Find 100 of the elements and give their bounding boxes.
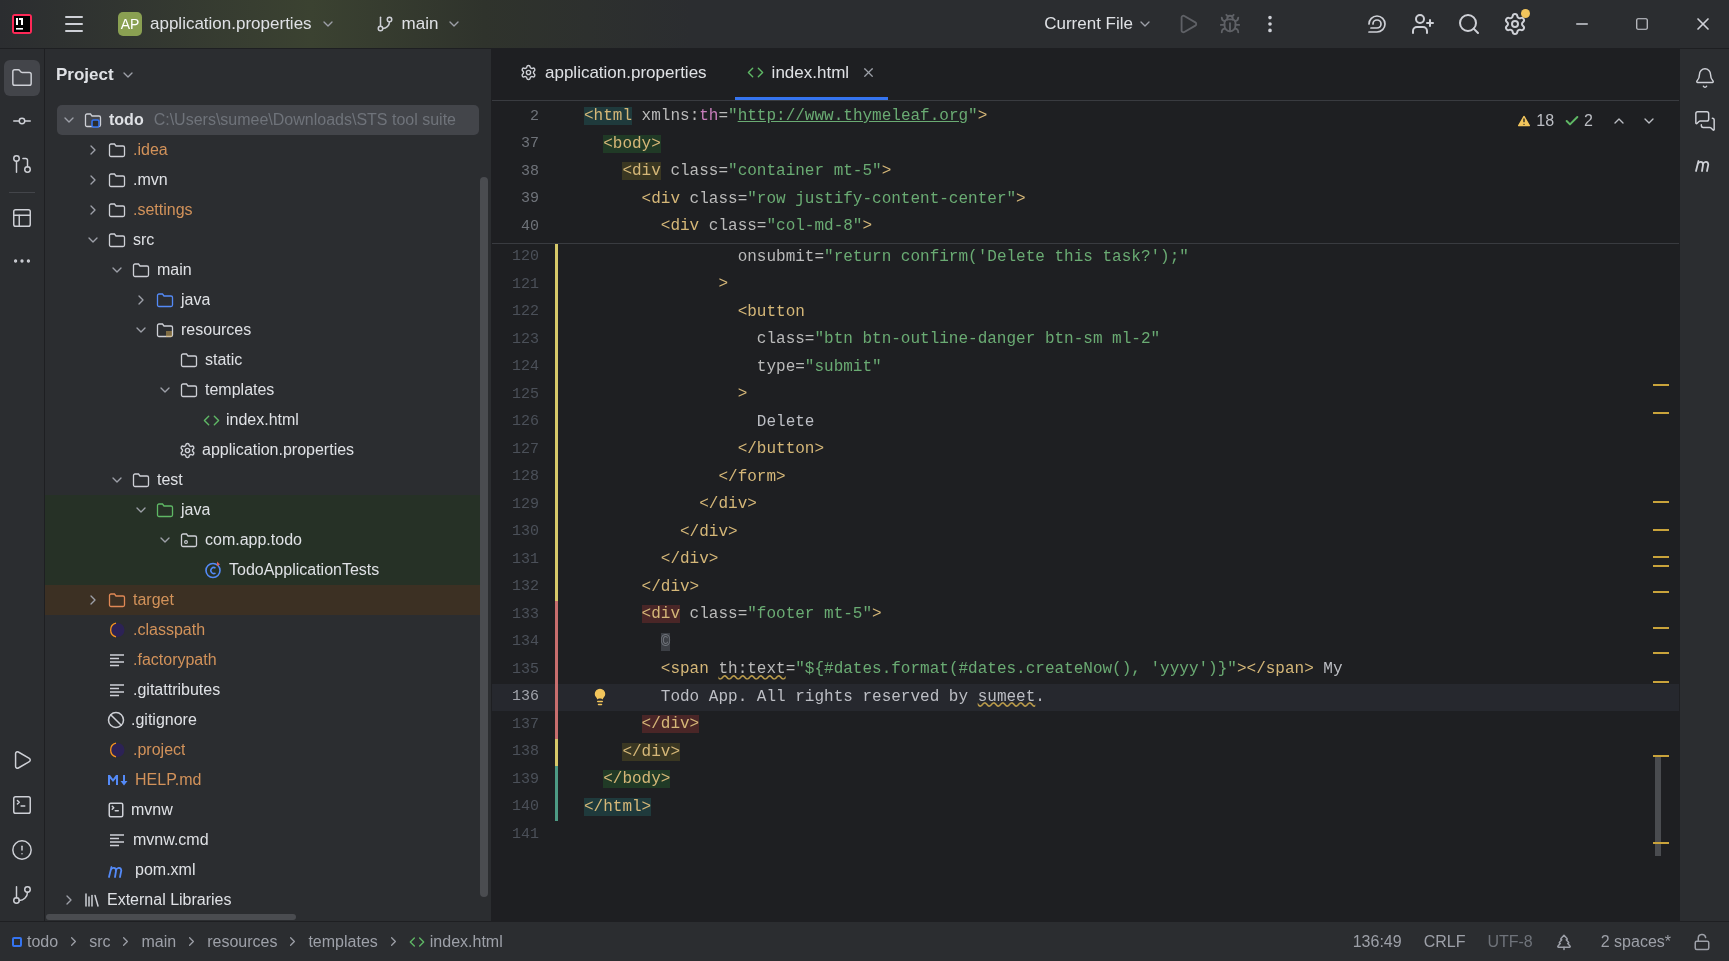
branch-icon [375, 15, 394, 33]
add-user-icon[interactable] [1411, 12, 1435, 36]
terminal-icon [107, 801, 125, 819]
change-marker[interactable] [555, 793, 558, 821]
tree-item[interactable]: .project [45, 735, 186, 765]
module-folder-icon [83, 110, 103, 130]
breadcrumb[interactable]: main [141, 929, 177, 954]
tree-item[interactable]: templates [45, 375, 275, 405]
change-marker[interactable] [555, 711, 558, 739]
indent-setting[interactable]: 2 spaces* [1600, 929, 1671, 954]
change-marker[interactable] [555, 436, 558, 464]
tree-item[interactable]: External Libraries [45, 885, 232, 915]
change-marker[interactable] [555, 298, 558, 326]
tree-item[interactable]: .gitignore [45, 705, 197, 735]
tree-item[interactable]: resources [45, 315, 252, 345]
code-line: <span th:text="${#dates.format(#dates.createNow(), 'yyyy')}"></span> My [660, 659, 1343, 680]
code-line: </div> [641, 576, 700, 598]
change-marker[interactable] [555, 546, 558, 574]
branch-selector[interactable]: main [369, 7, 469, 41]
line-number: 40 [520, 216, 539, 237]
search-icon[interactable] [1457, 12, 1481, 36]
tree-item[interactable]: java [45, 285, 211, 315]
gear-icon [520, 64, 537, 81]
change-marker[interactable] [555, 271, 558, 299]
tree-item[interactable]: application.properties [45, 435, 355, 465]
tree-item[interactable]: test [45, 465, 183, 495]
lock-icon[interactable] [1693, 932, 1711, 951]
code-line: > [718, 274, 729, 295]
warning-icon[interactable] [1516, 113, 1533, 129]
terminal-icon[interactable] [11, 794, 33, 816]
project-view-selector[interactable]: Project [56, 62, 136, 88]
app-logo-icon [12, 14, 32, 34]
code-line: type="submit" [756, 356, 882, 378]
warning-count: 18 [1536, 111, 1555, 131]
change-marker[interactable] [555, 463, 558, 491]
tree-item[interactable]: mvnw.cmd [45, 825, 209, 855]
tree-item[interactable]: .mvn [45, 165, 168, 195]
chat-icon[interactable] [1693, 110, 1716, 132]
tree-item[interactable]: .settings [45, 195, 193, 225]
ai-assistant-icon[interactable] [1365, 12, 1389, 36]
project-selector[interactable]: AP application.properties [112, 7, 342, 41]
folder-icon[interactable] [11, 67, 33, 89]
git-branch-icon[interactable] [11, 884, 33, 906]
tree-item[interactable]: static [45, 345, 243, 375]
change-marker[interactable] [555, 766, 558, 794]
editor-tab[interactable]: index.html [734, 48, 889, 100]
tree-item[interactable]: HELP.md [45, 765, 202, 795]
gear-icon [179, 441, 196, 459]
folder-icon [107, 140, 127, 160]
change-marker[interactable] [555, 518, 558, 546]
code-line: </div> [660, 549, 719, 570]
run-config-selector[interactable]: Current File [1038, 7, 1159, 41]
tree-item[interactable]: .factorypath [45, 645, 217, 675]
folder-icon [179, 380, 199, 400]
breadcrumb[interactable]: resources [207, 929, 278, 954]
folder-icon [131, 260, 151, 280]
change-marker[interactable] [555, 738, 558, 766]
tree-icon[interactable] [1554, 932, 1573, 951]
problems-icon[interactable] [11, 839, 33, 861]
change-marker[interactable] [555, 601, 558, 629]
settings-icon[interactable] [1503, 12, 1527, 36]
change-marker[interactable] [555, 381, 558, 409]
tree-item[interactable]: .idea [45, 135, 168, 165]
code-line: <div class="container mt-5"> [622, 161, 892, 182]
change-marker[interactable] [555, 656, 558, 684]
editor-tab[interactable]: application.properties [508, 48, 719, 100]
tree-item[interactable]: index.html [45, 405, 299, 435]
breadcrumb[interactable]: todo [12, 929, 59, 954]
structure-icon[interactable] [11, 207, 33, 229]
caret-position[interactable]: 136:49 [1352, 929, 1402, 954]
change-marker[interactable] [555, 628, 558, 656]
tree-item[interactable]: .classpath [45, 615, 206, 645]
tree-item[interactable]: main [45, 255, 192, 285]
change-marker[interactable] [555, 408, 558, 436]
folder-icon [107, 230, 127, 250]
change-marker[interactable] [555, 353, 558, 381]
tree-item[interactable]: src [45, 225, 155, 255]
code-line: class="btn btn-outline-danger btn-sm ml-2" [756, 329, 1161, 350]
change-marker[interactable] [555, 573, 558, 601]
line-separator[interactable]: CRLF [1423, 929, 1466, 954]
horizontal-scrollbar[interactable] [46, 914, 296, 920]
breadcrumb[interactable]: templates [308, 929, 378, 954]
breadcrumb[interactable]: index.html [408, 929, 503, 954]
change-marker[interactable] [555, 243, 558, 271]
code-line: <html xmlns:th="http://www.thymeleaf.org"> [584, 106, 988, 127]
change-marker[interactable] [555, 491, 558, 519]
eclipse-icon [107, 740, 127, 760]
library-icon [83, 891, 101, 909]
tree-item[interactable]: mvnw [45, 795, 173, 825]
vertical-scrollbar[interactable] [480, 177, 488, 897]
tree-item[interactable]: .gitattributes [45, 675, 221, 705]
pull-request-icon[interactable] [11, 153, 33, 175]
tree-item[interactable]: pom.xml [45, 855, 196, 885]
change-marker[interactable] [555, 683, 558, 711]
line-number: 136 [511, 687, 539, 707]
breadcrumb[interactable]: src [89, 929, 111, 954]
change-marker[interactable] [555, 326, 558, 354]
maximize-icon[interactable] [1635, 17, 1649, 31]
project-badge: AP [118, 12, 142, 36]
notifications-icon[interactable] [1693, 67, 1716, 89]
